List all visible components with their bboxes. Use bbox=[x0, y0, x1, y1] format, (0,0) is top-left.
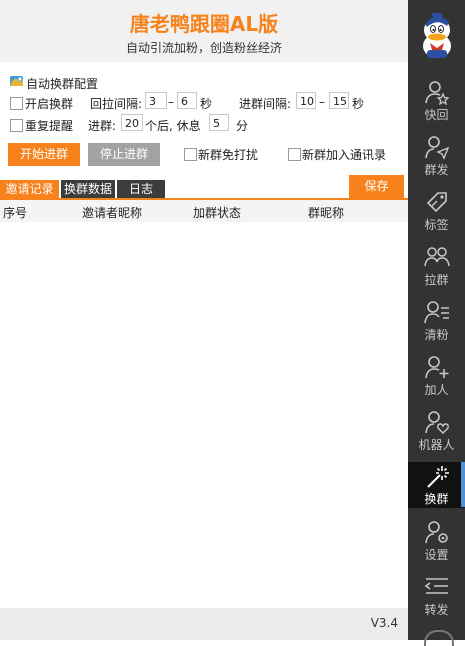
sidebar-item-label: 机器人 bbox=[418, 438, 455, 452]
column-header-group-nick: 群昵称 bbox=[308, 206, 345, 220]
tab-switch-data[interactable]: 换群数据 bbox=[61, 180, 115, 199]
forward-icon bbox=[424, 578, 448, 594]
dash: – bbox=[319, 95, 325, 109]
enable-label: 开启换群 bbox=[25, 97, 74, 111]
sidebar-item-mass-send[interactable]: 群发 bbox=[408, 132, 465, 187]
header: 唐老鸭跟圈AL版 自动引流加粉，创造粉丝经济 bbox=[0, 0, 408, 62]
join-max-input[interactable]: 15 bbox=[329, 92, 349, 109]
config-icon bbox=[10, 76, 23, 86]
column-header-inviter: 邀请者昵称 bbox=[82, 206, 143, 220]
version-label: V3.4 bbox=[370, 616, 398, 630]
sidebar-item-robot[interactable]: 机器人 bbox=[408, 407, 465, 462]
donald-duck-logo bbox=[423, 13, 451, 58]
clear-fans-icon bbox=[424, 301, 449, 324]
group-icon bbox=[424, 247, 450, 267]
sidebar-item-add-people[interactable]: 加人 bbox=[408, 352, 465, 407]
sidebar-item-clear-fans[interactable]: 清粉 bbox=[408, 297, 465, 352]
add-contacts-label: 新群加入通讯录 bbox=[302, 148, 387, 162]
table-header: 序号 邀请者昵称 加群状态 群昵称 bbox=[0, 200, 408, 222]
join-count-input[interactable]: 20 bbox=[121, 114, 143, 131]
sidebar-item-settings[interactable]: 设置 bbox=[408, 517, 465, 572]
save-button[interactable]: 保存 bbox=[349, 175, 404, 198]
sidebar-item-label: 群发 bbox=[424, 163, 449, 177]
sidebar-item-label: 转发 bbox=[424, 603, 449, 617]
robot-icon bbox=[425, 411, 449, 434]
mute-new-label: 新群免打扰 bbox=[198, 148, 259, 162]
sidebar: 快回 群发 标签 拉群 清粉 加人 机器人 换群 设置 转发 bbox=[408, 0, 465, 646]
sidebar-item-switch-group[interactable]: 换群 bbox=[408, 462, 465, 508]
dash: – bbox=[168, 95, 174, 109]
sidebar-item-tag[interactable]: 标签 bbox=[408, 187, 465, 242]
enable-checkbox[interactable] bbox=[10, 97, 23, 110]
join-interval-label: 进群间隔: bbox=[239, 97, 292, 111]
user-settings-icon bbox=[425, 521, 448, 544]
repeat-label: 重复提醒 bbox=[25, 119, 74, 133]
tag-icon bbox=[426, 192, 447, 213]
rest-count-input[interactable]: 5 bbox=[209, 114, 229, 131]
join-count-label: 进群: bbox=[88, 119, 117, 133]
sidebar-item-quick-reply[interactable]: 快回 bbox=[408, 77, 465, 132]
mute-new-checkbox[interactable] bbox=[184, 148, 197, 161]
column-header-index: 序号 bbox=[3, 206, 28, 220]
minute-unit: 分 bbox=[236, 119, 249, 133]
section-title: 自动换群配置 bbox=[26, 77, 99, 91]
star-user-icon bbox=[425, 81, 450, 105]
footer: V3.4 bbox=[0, 608, 408, 640]
stop-button[interactable]: 停止进群 bbox=[88, 143, 160, 166]
partial-icon bbox=[424, 630, 454, 646]
add-user-icon bbox=[425, 356, 449, 379]
join-min-input[interactable]: 10 bbox=[296, 92, 316, 109]
pull-interval-label: 回拉间隔: bbox=[90, 97, 143, 111]
magic-wand-icon bbox=[427, 466, 449, 488]
sidebar-item-label: 换群 bbox=[424, 492, 449, 506]
sidebar-item-pull-group[interactable]: 拉群 bbox=[408, 242, 465, 297]
sidebar-item-label: 拉群 bbox=[424, 273, 449, 287]
pull-unit: 秒 bbox=[200, 97, 213, 111]
tab-invite-records[interactable]: 邀请记录 bbox=[0, 180, 59, 199]
pull-max-input[interactable]: 6 bbox=[177, 92, 197, 109]
sidebar-item-label: 标签 bbox=[424, 218, 449, 232]
start-button[interactable]: 开始进群 bbox=[8, 143, 80, 166]
repeat-checkbox[interactable] bbox=[10, 119, 23, 132]
main-panel: 唐老鸭跟圈AL版 自动引流加粉，创造粉丝经济 自动换群配置 开启换群 回拉间隔:… bbox=[0, 0, 408, 640]
sidebar-item-label: 清粉 bbox=[424, 328, 449, 342]
add-contacts-checkbox[interactable] bbox=[288, 148, 301, 161]
sidebar-item-forward[interactable]: 转发 bbox=[408, 572, 465, 627]
column-header-status: 加群状态 bbox=[193, 206, 242, 220]
sidebar-item-label: 设置 bbox=[424, 548, 449, 562]
rest-after-label: 个后, 休息 bbox=[145, 119, 201, 133]
send-icon bbox=[425, 136, 450, 160]
sidebar-item-label: 加人 bbox=[424, 383, 449, 397]
pull-min-input[interactable]: 3 bbox=[145, 92, 167, 109]
tab-log[interactable]: 日志 bbox=[117, 180, 165, 199]
join-unit: 秒 bbox=[352, 97, 365, 111]
table-body bbox=[0, 222, 408, 608]
app-subtitle: 自动引流加粉，创造粉丝经济 bbox=[125, 41, 282, 55]
app-title: 唐老鸭跟圈AL版 bbox=[129, 12, 279, 36]
sidebar-item-label: 快回 bbox=[424, 108, 449, 122]
